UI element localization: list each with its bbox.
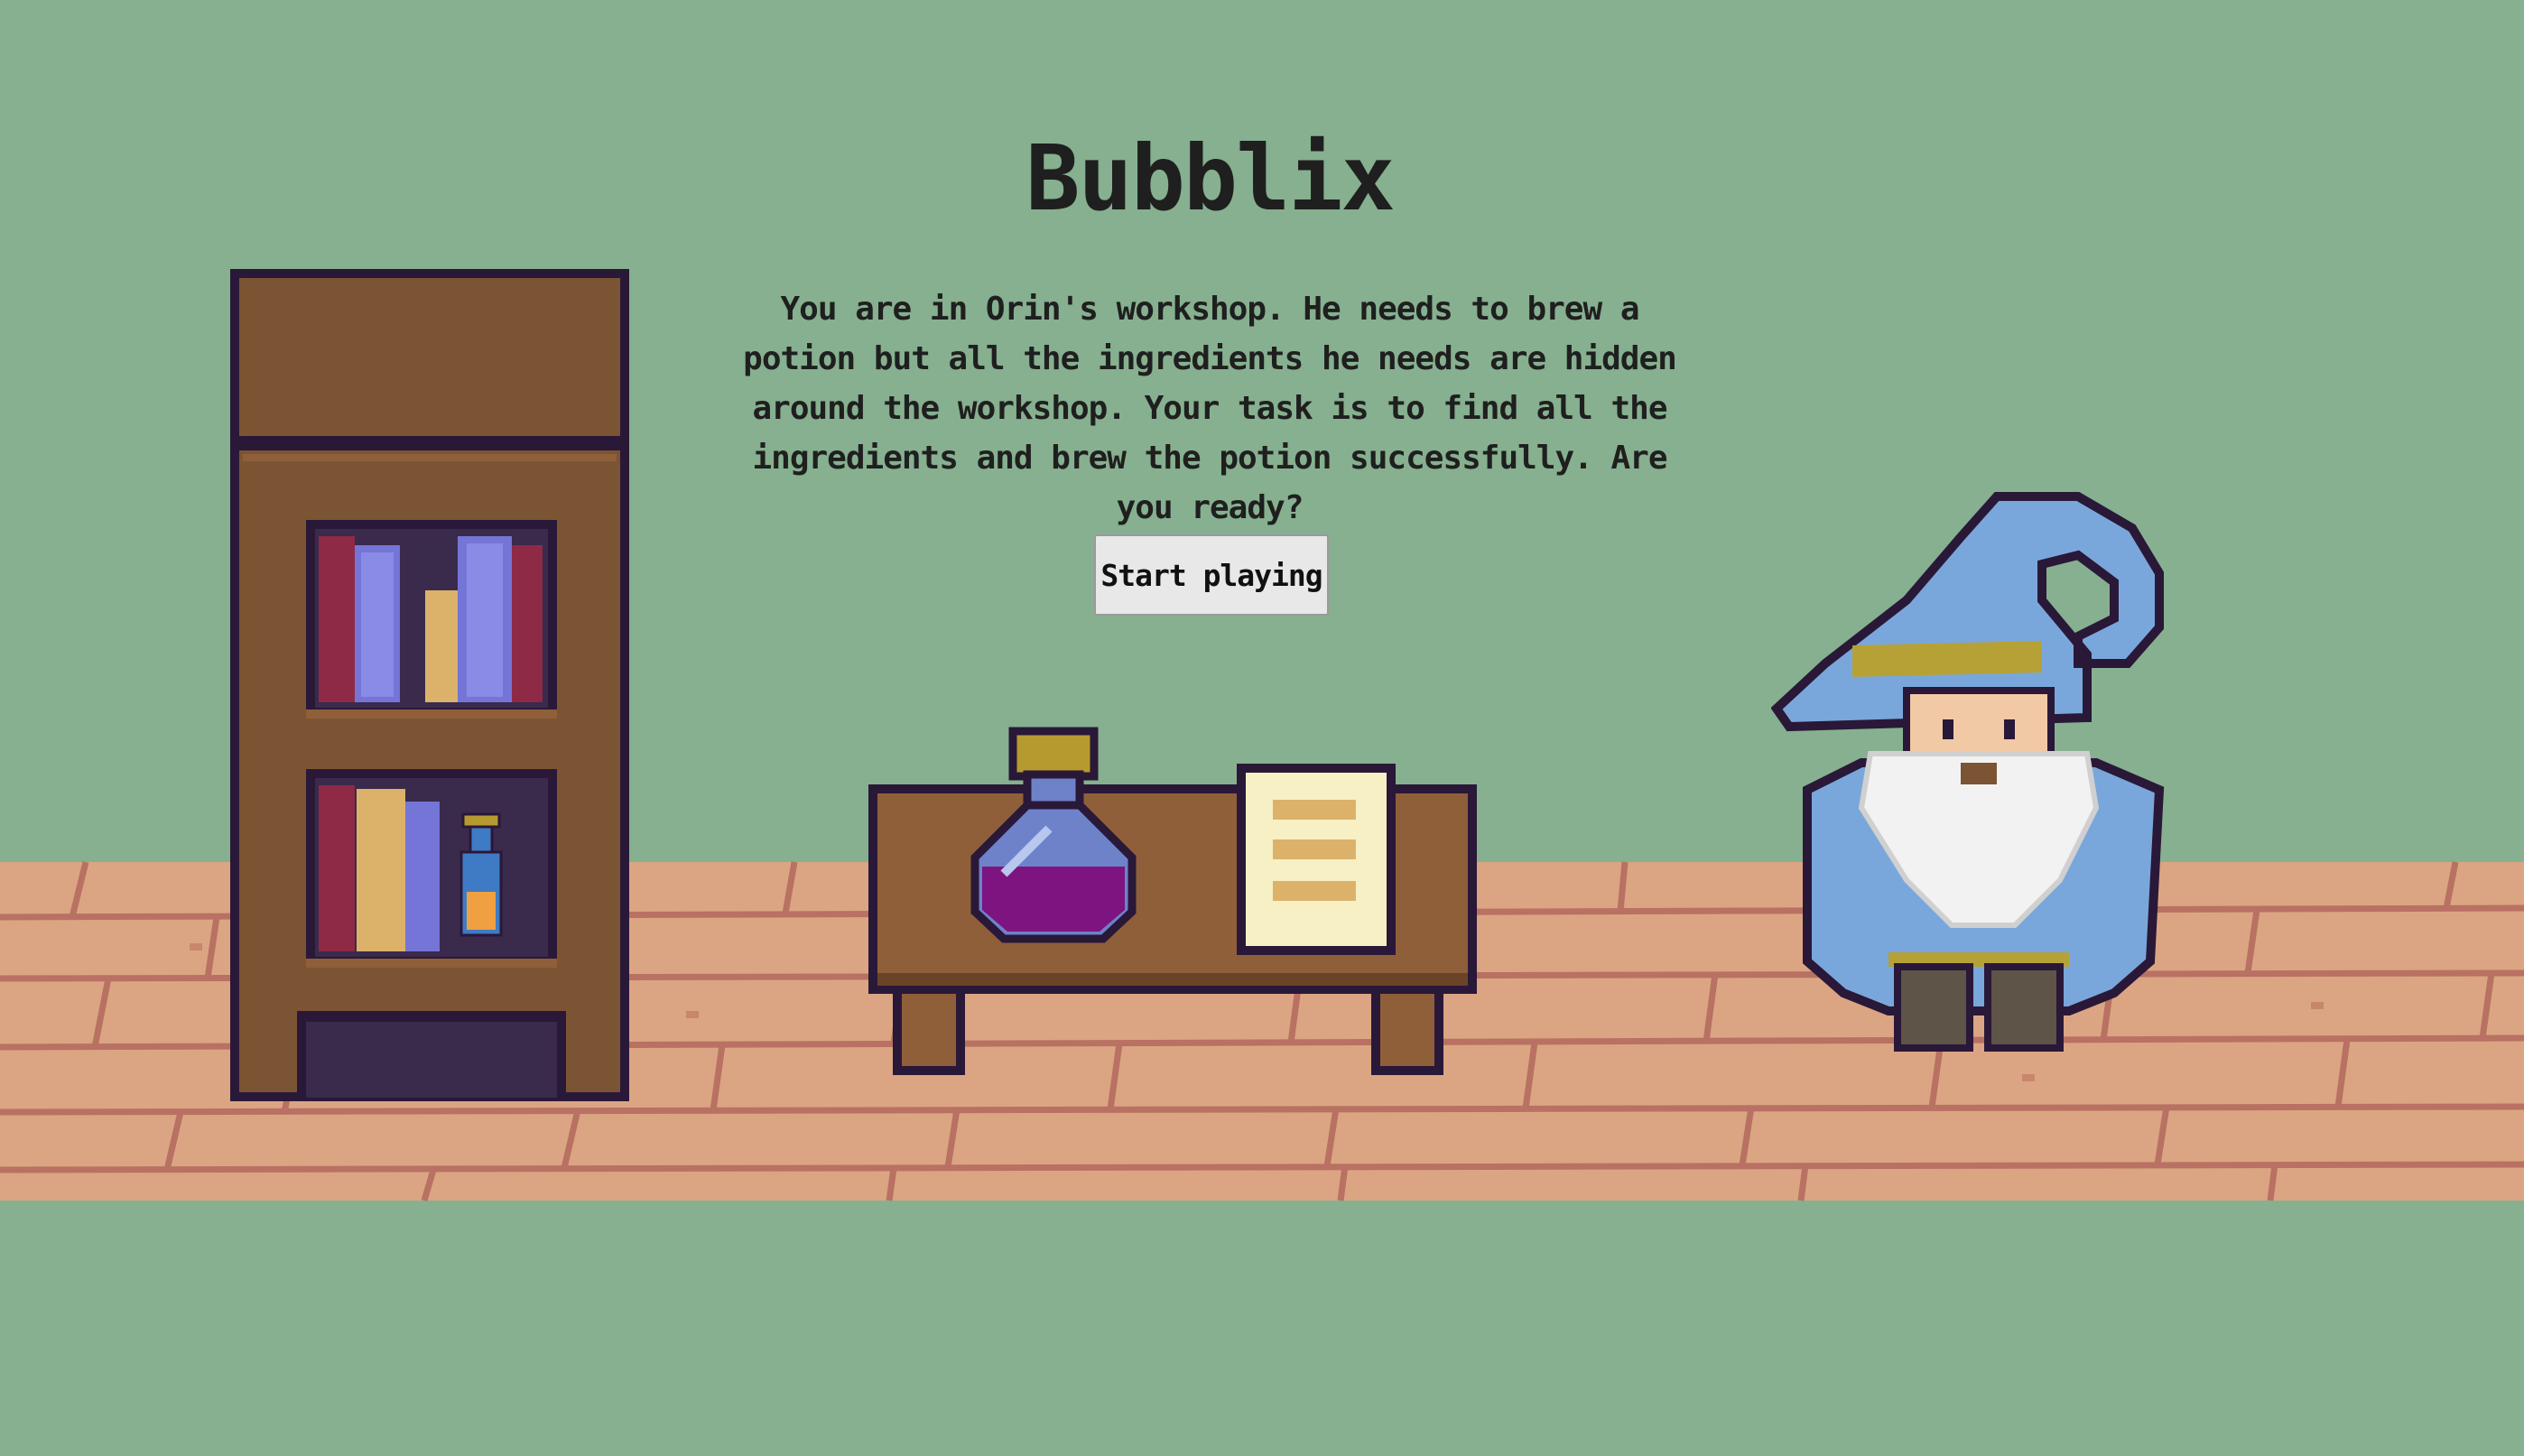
intro-text: You are in Orin's workshop. He needs to … <box>743 291 1677 526</box>
game-title: Bubblix <box>1025 125 1395 231</box>
potion-table[interactable] <box>868 722 1477 1083</box>
wizard-icon[interactable] <box>1771 492 2232 1061</box>
game-scene: Bubblix You are in Orin's workshop. He n… <box>0 0 2524 1456</box>
potion-flask-icon[interactable] <box>970 727 1137 943</box>
recipe-scroll-icon[interactable] <box>1237 764 1396 955</box>
bookshelf-icon[interactable] <box>230 269 633 1105</box>
start-playing-button[interactable]: Start playing <box>1094 534 1329 616</box>
